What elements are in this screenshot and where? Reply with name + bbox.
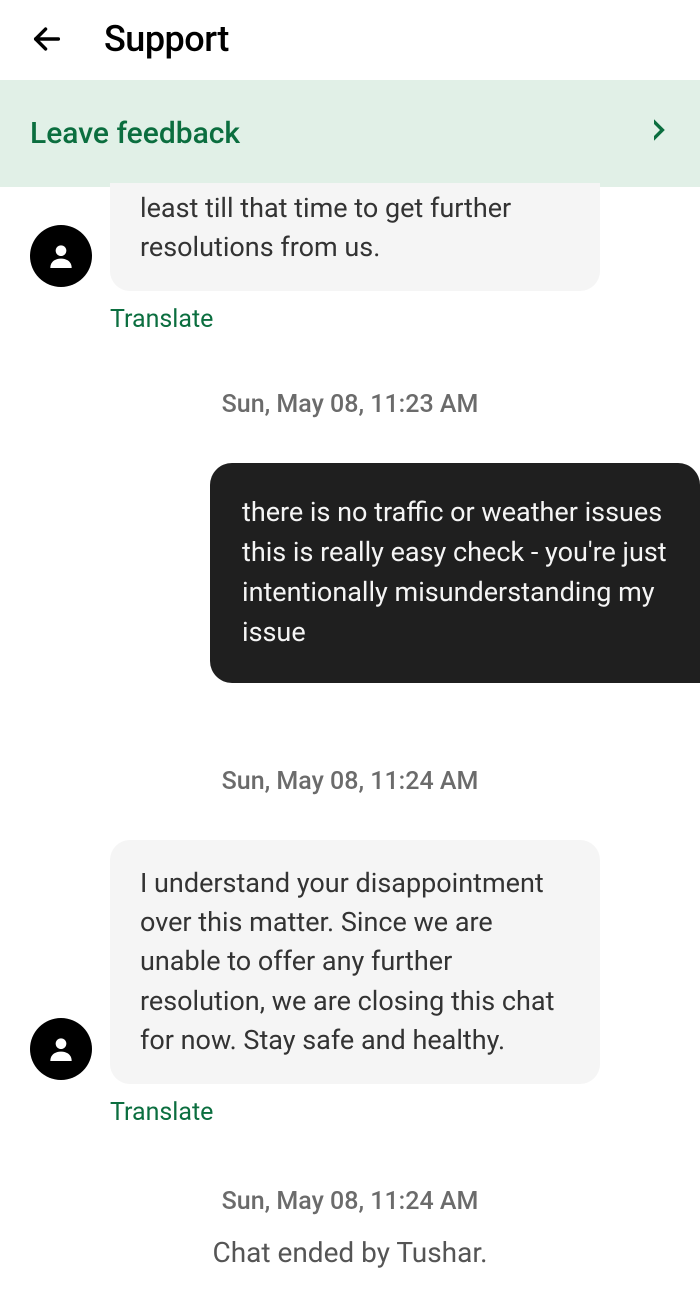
agent-message-row: I understand your disappointment over th…	[30, 840, 670, 1084]
back-arrow-icon[interactable]	[30, 22, 64, 56]
agent-avatar-icon	[30, 1018, 92, 1080]
timestamp: Sun, May 08, 11:24 AM	[30, 767, 670, 796]
chat-area: least till that time to get further reso…	[0, 187, 700, 1269]
chevron-right-icon	[650, 118, 670, 149]
leave-feedback-bar[interactable]: Leave feedback	[0, 80, 700, 187]
agent-message-bubble: least till that time to get further reso…	[110, 183, 600, 291]
timestamp: Sun, May 08, 11:24 AM	[30, 1187, 670, 1216]
system-message: Chat ended by Tushar.	[30, 1236, 670, 1269]
agent-message-row: least till that time to get further reso…	[30, 187, 670, 291]
translate-link[interactable]: Translate	[110, 305, 670, 334]
header: Support	[0, 0, 700, 80]
leave-feedback-label: Leave feedback	[30, 116, 240, 151]
translate-link[interactable]: Translate	[110, 1098, 670, 1127]
timestamp: Sun, May 08, 11:23 AM	[30, 390, 670, 419]
agent-message-bubble: I understand your disappointment over th…	[110, 840, 600, 1084]
page-title: Support	[104, 18, 229, 60]
agent-avatar-icon	[30, 225, 92, 287]
user-message-bubble: there is no traffic or weather issues th…	[210, 463, 700, 683]
user-message-row: there is no traffic or weather issues th…	[30, 463, 670, 683]
